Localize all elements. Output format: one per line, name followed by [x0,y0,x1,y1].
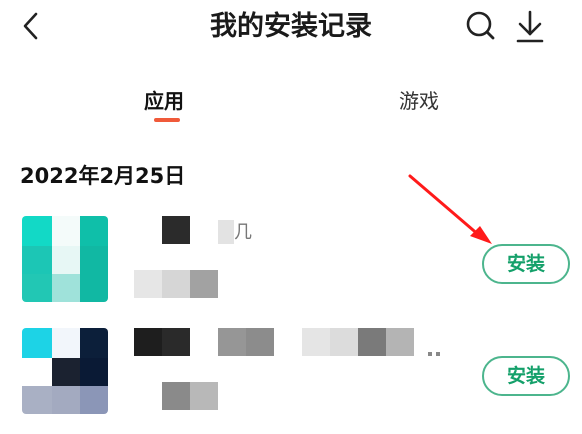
download-button[interactable] [512,8,548,44]
app-name-fragment: 几 [234,222,252,243]
app-name-blurred [134,328,444,358]
install-button[interactable]: 安装 [482,356,570,396]
list-item[interactable]: 几 安装 [0,212,582,308]
section-date: 2022年2月25日 [20,164,186,188]
app-meta-blurred [134,382,220,412]
app-icon [22,328,108,414]
tab-apps[interactable]: 应用 [144,86,184,116]
search-button[interactable] [462,8,498,44]
tab-games[interactable]: 游戏 [399,86,439,116]
search-icon [466,11,495,40]
app-meta-blurred [134,270,220,300]
download-icon [516,10,544,43]
install-button[interactable]: 安装 [482,244,570,284]
top-bar: 我的安装记录 [0,0,582,56]
app-name-blurred: 几 [134,216,264,246]
active-tab-indicator [154,118,180,122]
list-item[interactable]: 安装 [0,324,582,420]
app-icon [22,216,108,302]
